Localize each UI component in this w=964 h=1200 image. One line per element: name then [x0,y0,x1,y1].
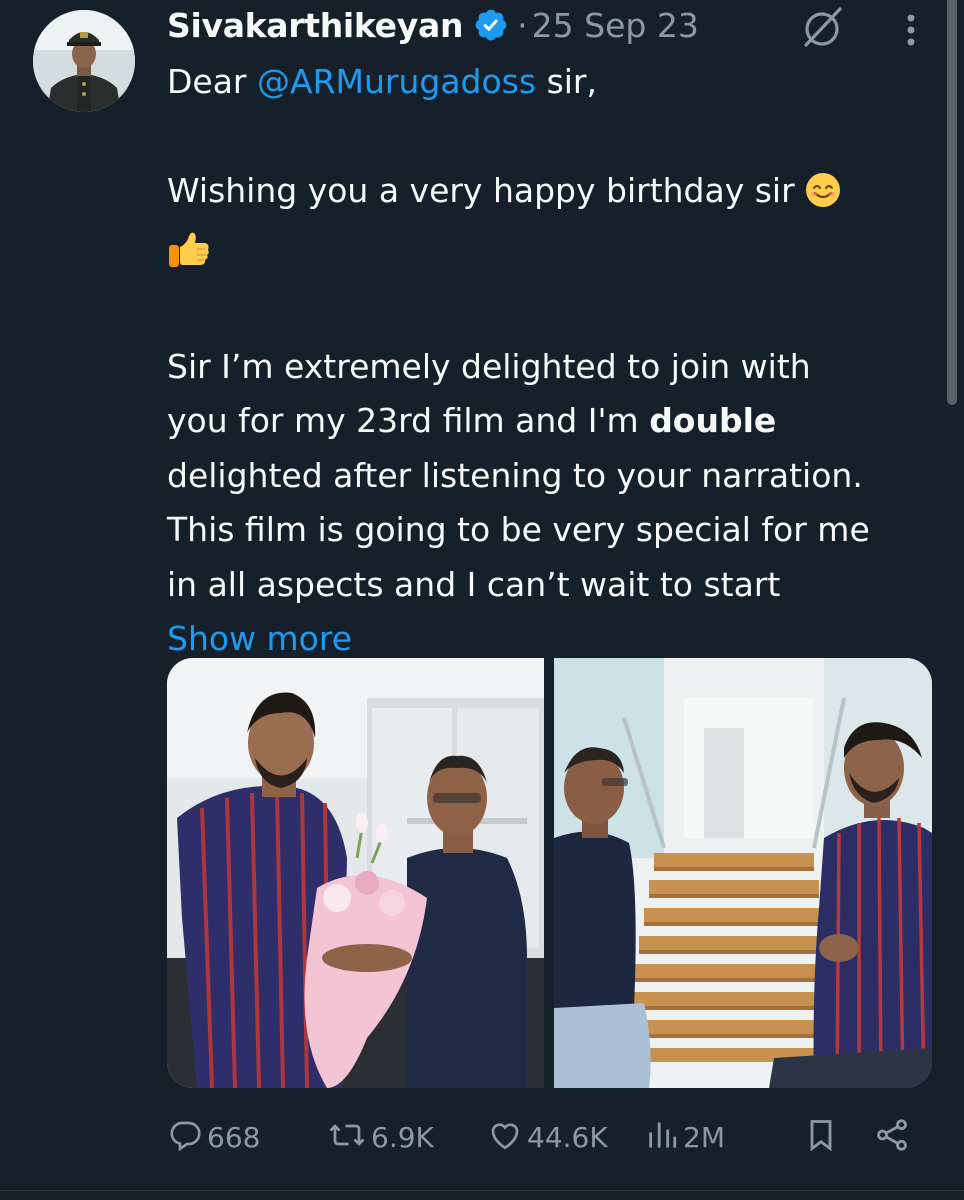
thumbs-up-emoji-icon [167,229,211,286]
bold-word: double [649,401,777,440]
header-separator: · [517,5,528,45]
media-grid [167,658,932,1088]
tweet-date[interactable]: 25 Sep 23 [532,6,699,45]
wish-line: Wishing you a very happy birthday sir [167,164,947,225]
repost-count: 6.9K [371,1120,434,1154]
tweet-actions: 668 6.9K 44.6K 2M [167,1112,927,1162]
thumbs-up-line [167,225,947,286]
wish-text: Wishing you a very happy birthday sir [167,171,795,210]
paragraph-line-2-text: you for my 23rd film and I'm [167,401,650,440]
photo-two-men-bouquet[interactable] [167,658,544,1088]
views-button[interactable]: 2M [645,1112,725,1162]
smiling-face-emoji-icon [805,170,841,225]
share-icon [873,1116,911,1158]
avatar[interactable] [33,10,135,112]
scrollbar[interactable] [947,0,957,405]
greeting-suffix: sir, [536,62,597,101]
divider [0,1190,964,1191]
like-count: 44.6K [527,1120,608,1154]
greeting-prefix: Dear [167,62,257,101]
repost-button[interactable]: 6.9K [327,1112,434,1162]
author-name[interactable]: Sivakarthikeyan [167,6,463,45]
reply-count: 668 [207,1120,261,1154]
paragraph-line-4: This film is going to be very special fo… [167,510,870,549]
tweet[interactable]: Sivakarthikeyan · 25 Sep 23 Dear @ARMuru… [0,0,964,1200]
paragraph-line-2: you for my 23rd film and I'm double [167,394,947,449]
more-options-icon[interactable] [896,8,926,48]
verified-badge-icon [473,7,509,43]
bookmark-button[interactable] [803,1112,839,1162]
mention-link[interactable]: @ARMurugadoss [257,62,536,101]
tweet-text: Dear @ARMurugadoss sir, Wishing you a ve… [167,55,947,667]
views-count: 2M [683,1120,725,1154]
paragraph-line-3: delighted after listening to your narrat… [167,455,863,495]
paragraph-line-5: in all aspects and I can’t wait to start [167,564,781,604]
reply-icon [167,1117,203,1157]
reply-button[interactable]: 668 [167,1112,260,1162]
like-button[interactable]: 44.6K [487,1112,608,1162]
grok-icon[interactable] [800,5,846,51]
bookmark-icon [803,1116,839,1158]
views-chart-icon [645,1117,679,1157]
photo-two-men-staircase[interactable] [554,658,932,1088]
repost-icon [327,1117,367,1157]
heart-icon [487,1117,523,1157]
greeting-line: Dear @ARMurugadoss sir, [167,55,947,110]
share-button[interactable] [873,1112,911,1162]
paragraph-line-1: Sir I’m extremely delighted to join with [167,346,811,386]
tweet-header: Sivakarthikeyan · 25 Sep 23 [167,2,699,48]
